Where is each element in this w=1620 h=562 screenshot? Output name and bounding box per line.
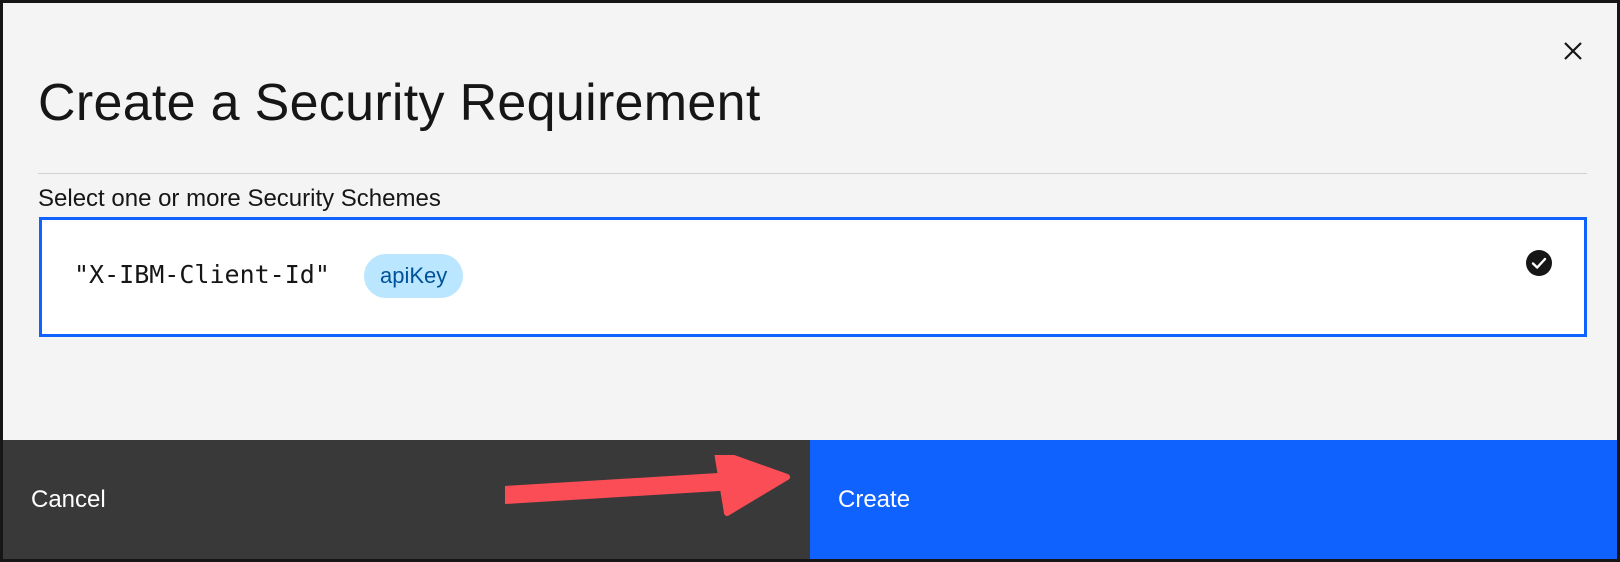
scheme-name: "X-IBM-Client-Id" (74, 260, 330, 289)
divider (38, 173, 1587, 174)
close-button[interactable] (1553, 31, 1593, 71)
dialog-title: Create a Security Requirement (38, 74, 761, 132)
checkmark-filled-icon (1526, 250, 1552, 276)
close-icon (1564, 42, 1582, 60)
security-scheme-option[interactable]: "X-IBM-Client-Id" apiKey (39, 217, 1587, 337)
dialog-footer: Cancel Create (3, 440, 1617, 559)
cancel-button[interactable]: Cancel (3, 440, 810, 559)
field-label: Select one or more Security Schemes (38, 185, 441, 212)
create-security-requirement-dialog: Create a Security Requirement Select one… (0, 0, 1620, 562)
create-button[interactable]: Create (810, 440, 1617, 559)
scheme-type-tag: apiKey (364, 254, 464, 298)
